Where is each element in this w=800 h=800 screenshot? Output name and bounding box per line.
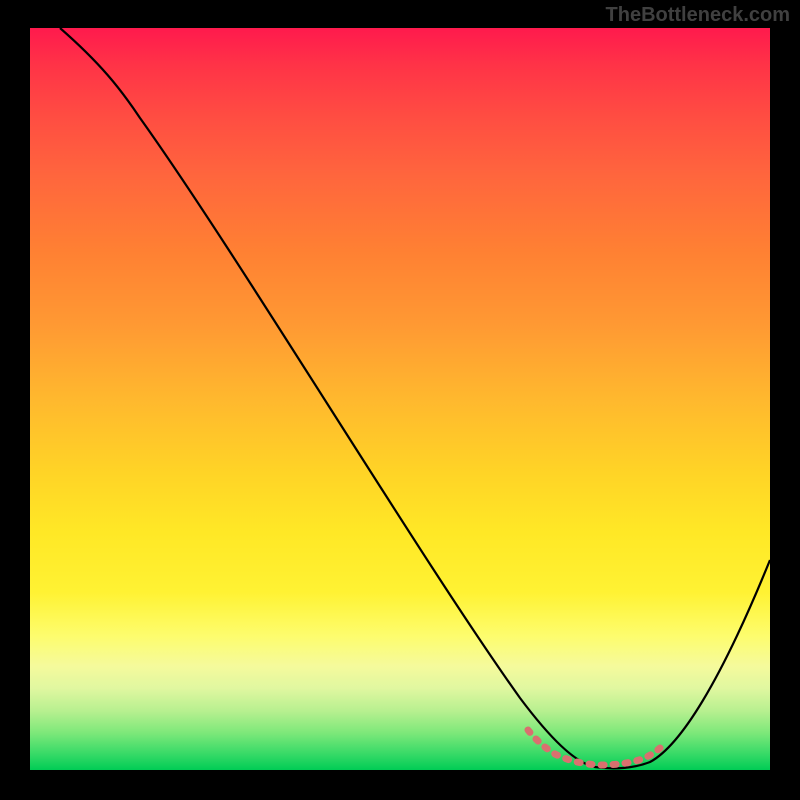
curve-svg bbox=[30, 28, 770, 770]
bottleneck-curve-line bbox=[60, 28, 770, 768]
watermark-text: TheBottleneck.com bbox=[606, 4, 790, 27]
optimal-range-marker bbox=[528, 730, 660, 765]
chart-container: TheBottleneck.com bbox=[0, 0, 800, 800]
plot-gradient-area bbox=[30, 28, 770, 770]
